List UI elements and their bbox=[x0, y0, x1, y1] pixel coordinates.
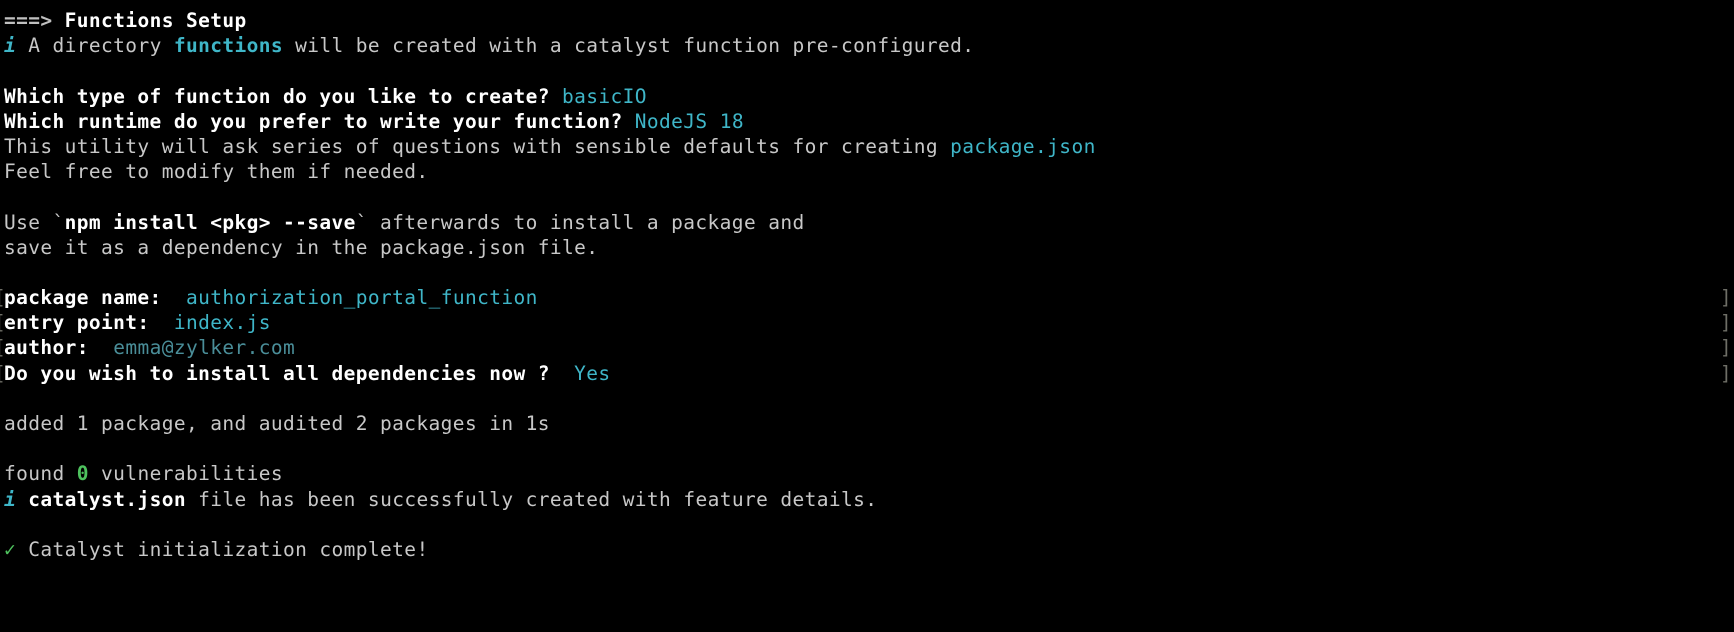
prompt-bracket-left: [ bbox=[0, 361, 6, 386]
info-directory-text-after: will be created with a catalyst function… bbox=[283, 34, 975, 58]
prompt-bracket-left: [ bbox=[0, 310, 6, 335]
prompt-author[interactable]: [author: emma@zylker.com] bbox=[0, 335, 1734, 360]
info-icon: i bbox=[4, 487, 17, 511]
npm-output-added-text: added 1 package, and audited 2 packages … bbox=[4, 412, 550, 435]
prompt-install-dependencies[interactable]: [Do you wish to install all dependencies… bbox=[0, 361, 1734, 386]
prompt-entry-point[interactable]: [entry point: index.js] bbox=[0, 310, 1734, 335]
prompt-bracket-left: [ bbox=[0, 285, 6, 310]
question-runtime-answer: NodeJS 18 bbox=[634, 109, 744, 133]
success-message-text: Catalyst initialization complete! bbox=[28, 537, 429, 561]
utility-notice-text-2: Feel free to modify them if needed. bbox=[4, 160, 429, 184]
utility-notice-package-json: package.json bbox=[950, 134, 1096, 158]
prompt-package-name[interactable]: [package name: authorization_portal_func… bbox=[0, 285, 1734, 310]
question-function-type: Which type of function do you like to cr… bbox=[0, 84, 1734, 109]
check-icon: ✓ bbox=[4, 537, 17, 561]
question-runtime: Which runtime do you prefer to write you… bbox=[0, 109, 1734, 134]
info-directory-text-before: A directory bbox=[16, 34, 174, 58]
prompt-bracket-right: ] bbox=[1719, 361, 1732, 385]
utility-notice-line-2: Feel free to modify them if needed. bbox=[0, 159, 1734, 184]
vulnerabilities-prefix: found bbox=[4, 462, 77, 486]
question-runtime-label: Which runtime do you prefer to write you… bbox=[4, 109, 623, 133]
npm-hint-line-2: save it as a dependency in the package.j… bbox=[0, 235, 1734, 260]
utility-notice-line-1: This utility will ask series of question… bbox=[0, 134, 1734, 159]
npm-output-vulnerabilities: found 0 vulnerabilities bbox=[0, 461, 1734, 486]
prompt-author-value[interactable]: emma@zylker.com bbox=[89, 336, 295, 359]
terminal-window: ===> Functions Setup i A directory funct… bbox=[0, 0, 1734, 632]
prompt-bracket-right: ] bbox=[1719, 311, 1732, 335]
prompt-author-label: author: bbox=[4, 336, 89, 360]
vulnerabilities-count: 0 bbox=[76, 462, 89, 486]
top-spacer bbox=[0, 0, 1734, 8]
success-message-line: ✓ Catalyst initialization complete! bbox=[0, 537, 1734, 562]
npm-hint-text-2: save it as a dependency in the package.j… bbox=[4, 235, 599, 259]
prompt-entry-point-label: entry point: bbox=[4, 311, 150, 335]
npm-output-added: added 1 package, and audited 2 packages … bbox=[0, 411, 1734, 436]
utility-notice-text: This utility will ask series of question… bbox=[4, 134, 951, 158]
question-function-type-label: Which type of function do you like to cr… bbox=[4, 84, 550, 108]
info-directory-highlight: functions bbox=[173, 34, 284, 58]
question-function-type-answer: basicIO bbox=[562, 84, 647, 108]
info-directory-line: i A directory functions will be created … bbox=[0, 33, 1734, 58]
info-catalyst-json-file: catalyst.json bbox=[28, 487, 186, 511]
prompt-bracket-right: ] bbox=[1719, 336, 1732, 360]
header-title: Functions Setup bbox=[64, 9, 247, 32]
prompt-bracket-left: [ bbox=[0, 335, 6, 360]
vulnerabilities-suffix: vulnerabilities bbox=[88, 462, 284, 486]
prompt-package-name-value[interactable]: authorization_portal_function bbox=[162, 286, 538, 309]
info-icon: i bbox=[4, 34, 17, 58]
prompt-install-dependencies-label: Do you wish to install all dependencies … bbox=[4, 361, 550, 385]
section-header-functions-setup: ===> Functions Setup bbox=[0, 8, 1734, 33]
prompt-package-name-label: package name: bbox=[4, 286, 162, 310]
info-catalyst-json-text: file has been successfully created with … bbox=[185, 487, 878, 511]
prompt-install-dependencies-value[interactable]: Yes bbox=[550, 362, 611, 385]
prompt-entry-point-value[interactable]: index.js bbox=[150, 311, 271, 334]
npm-hint-prefix: Use ` bbox=[4, 210, 65, 234]
npm-hint-suffix: ` afterwards to install a package and bbox=[355, 210, 805, 234]
arrow-marker-icon: ===> bbox=[4, 9, 53, 32]
info-catalyst-json-line: i catalyst.json file has been successful… bbox=[0, 487, 1734, 512]
npm-hint-command: npm install <pkg> --save bbox=[64, 210, 356, 234]
npm-hint-line-1: Use `npm install <pkg> --save` afterward… bbox=[0, 210, 1734, 235]
prompt-bracket-right: ] bbox=[1719, 286, 1732, 310]
